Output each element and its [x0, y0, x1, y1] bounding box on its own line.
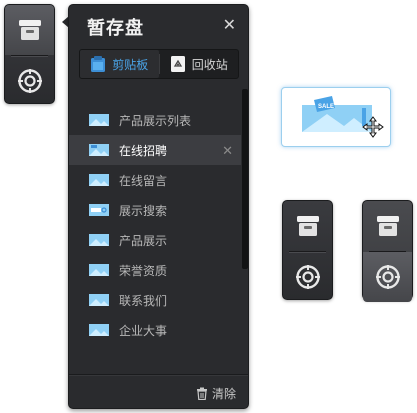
mini-toolbar-hover	[362, 200, 413, 302]
tab-clipboard-label: 剪贴板	[112, 57, 149, 72]
list-item[interactable]: 在线留言	[69, 165, 241, 195]
tab-recycle-bin[interactable]: 回收站	[160, 50, 239, 78]
tab-clipboard[interactable]: 剪贴板	[80, 50, 159, 78]
trash-icon	[196, 387, 207, 400]
tab-recycle-label: 回收站	[191, 57, 228, 72]
list-item[interactable]: 在线招聘 ✕	[69, 135, 241, 165]
storage-box-icon	[18, 20, 41, 40]
search-thumb-icon	[89, 204, 109, 216]
list-item[interactable]: 荣誉资质	[69, 255, 241, 285]
target-icon	[375, 265, 400, 289]
image-thumb-icon	[89, 114, 109, 126]
list-item-label: 展示搜索	[119, 203, 168, 218]
footer-divider	[69, 374, 248, 375]
list-item-label: 产品展示	[119, 233, 168, 248]
list-item[interactable]: 展示搜索	[69, 195, 241, 225]
image-thumb-icon	[89, 324, 109, 336]
storage-box-icon	[376, 216, 399, 236]
image-thumb-icon	[89, 234, 109, 246]
storage-box-button[interactable]	[283, 201, 332, 251]
move-cursor-icon	[362, 116, 384, 138]
list-item-label: 在线留言	[119, 173, 168, 188]
mini-toolbar-left	[4, 4, 55, 104]
scrollbar[interactable]	[242, 89, 248, 269]
list-item-label: 荣誉资质	[119, 263, 168, 278]
list-item[interactable]: 联系我们	[69, 285, 241, 315]
close-icon[interactable]: ✕	[223, 15, 236, 35]
target-button[interactable]	[5, 56, 54, 106]
target-button[interactable]	[283, 252, 332, 302]
recycle-icon	[170, 56, 185, 72]
image-thumb-icon	[89, 294, 109, 306]
list-item-label: 产品展示列表	[119, 113, 192, 128]
list-item[interactable]: 产品展示	[69, 225, 241, 255]
image-thumb-icon	[89, 264, 109, 276]
list-item-label: 联系我们	[119, 293, 168, 308]
target-button[interactable]	[363, 252, 412, 302]
close-icon[interactable]: ✕	[222, 143, 233, 159]
clipboard-panel: 暂存盘 ✕ 剪贴板 回收站 产品展示列表 在线招聘 ✕ 在线留言 展示搜索 产品…	[68, 4, 249, 409]
storage-box-icon	[296, 216, 319, 236]
clear-button[interactable]: 清除	[196, 385, 236, 402]
list-item-label: 企业大事	[119, 323, 168, 338]
mini-toolbar-normal	[282, 200, 333, 300]
target-icon	[295, 265, 320, 289]
panel-title: 暂存盘	[87, 18, 144, 38]
list-item[interactable]: 产品展示列表	[69, 105, 241, 135]
storage-box-button[interactable]	[363, 201, 412, 251]
list-item-label: 在线招聘	[119, 143, 168, 158]
sale-badge-text: SALE	[318, 104, 334, 110]
image-thumb-icon	[89, 144, 109, 156]
clipboard-list: 产品展示列表 在线招聘 ✕ 在线留言 展示搜索 产品展示 荣誉资质 联系我们 企…	[69, 105, 241, 345]
image-thumb-icon	[89, 174, 109, 186]
storage-box-button[interactable]	[5, 5, 54, 55]
clear-label: 清除	[211, 387, 236, 401]
drag-preview-card[interactable]: SALE	[281, 87, 391, 147]
list-item[interactable]: 企业大事	[69, 315, 241, 345]
target-icon	[17, 69, 42, 93]
panel-tabs: 剪贴板 回收站	[79, 49, 239, 79]
clipboard-icon	[91, 56, 106, 72]
